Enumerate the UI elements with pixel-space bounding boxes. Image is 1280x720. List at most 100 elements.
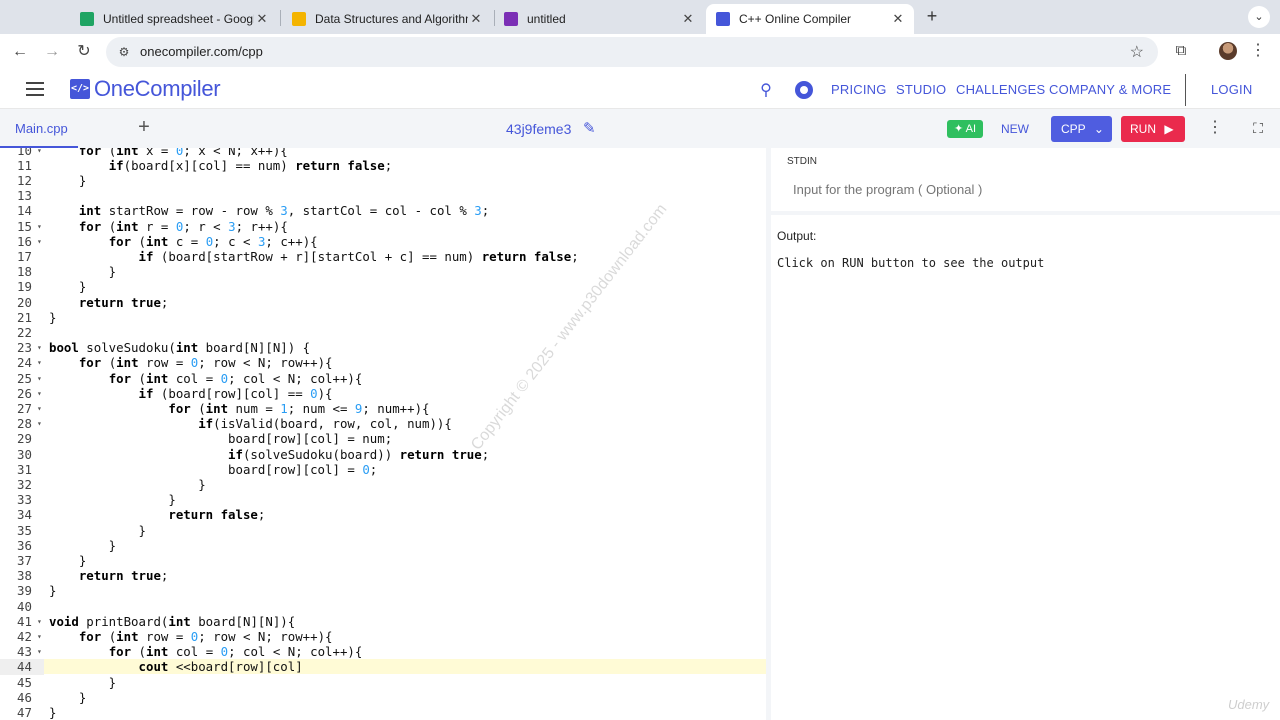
line-number: 36 <box>17 537 32 553</box>
code-line[interactable]: 43 ▾ for (int col = 0; col < N; col++){ <box>0 644 766 659</box>
code-editor[interactable]: 10 ▾ for (int x = 0; x < N; x++){11 if(bo… <box>0 148 766 720</box>
extensions-icon[interactable]: ⧉ <box>1170 40 1192 62</box>
code-line[interactable]: 44 cout <<board[row][col] <box>0 659 766 675</box>
back-arrow-icon[interactable]: ← <box>8 40 32 64</box>
login-link[interactable]: LOGIN <box>1211 82 1252 97</box>
code-line[interactable]: 36 } <box>0 538 766 553</box>
chevron-down-icon: ⌄ <box>1093 122 1104 136</box>
code-line[interactable]: 39} <box>0 583 766 598</box>
new-button[interactable]: NEW <box>1001 122 1029 136</box>
fold-arrow-icon[interactable]: ▾ <box>37 340 45 355</box>
code-line[interactable]: 24 ▾ for (int row = 0; row < N; row++){ <box>0 355 766 370</box>
edit-pencil-icon[interactable]: ✎ <box>583 119 599 137</box>
code-line[interactable]: 34 return false; <box>0 507 766 522</box>
fold-arrow-icon[interactable]: ▾ <box>37 416 45 431</box>
code-line[interactable]: 31 board[row][col] = 0; <box>0 462 766 477</box>
nav-challenges[interactable]: CHALLENGES <box>956 82 1045 97</box>
fullscreen-icon[interactable]: ⛶ <box>1250 120 1266 136</box>
code-line[interactable]: 38 return true; <box>0 568 766 583</box>
close-icon[interactable]: ✕ <box>468 11 484 27</box>
fold-arrow-icon[interactable]: ▾ <box>37 148 45 158</box>
code-line[interactable]: 42 ▾ for (int row = 0; row < N; row++){ <box>0 629 766 644</box>
code-line[interactable]: 30 if(solveSudoku(board)) return true; <box>0 447 766 462</box>
nav-studio[interactable]: STUDIO <box>896 82 946 97</box>
fold-arrow-icon[interactable]: ▾ <box>37 614 45 629</box>
code-line[interactable]: 45 } <box>0 675 766 690</box>
run-button[interactable]: RUN ▶ <box>1121 116 1185 142</box>
code-text: cout <<board[row][col] <box>138 659 303 675</box>
code-line[interactable]: 13 <box>0 188 766 203</box>
browser-menu-icon[interactable]: ⋮ <box>1250 40 1266 62</box>
code-line[interactable]: 12 } <box>0 173 766 188</box>
bookmark-star-icon[interactable]: ☆ <box>1130 42 1144 62</box>
browser-tab-compiler[interactable]: C++ Online Compiler ✕ <box>706 4 914 34</box>
close-icon[interactable]: ✕ <box>254 11 270 27</box>
theme-toggle-icon[interactable] <box>795 81 813 99</box>
code-line[interactable]: 21} <box>0 310 766 325</box>
file-tab-main[interactable]: Main.cpp <box>15 121 68 136</box>
code-line[interactable]: 23 ▾ bool solveSudoku(int board[N][N]) { <box>0 340 766 355</box>
search-icon[interactable]: ⚲ <box>757 80 775 99</box>
browser-tab-untitled[interactable]: untitled ✕ <box>494 4 704 34</box>
fold-arrow-icon[interactable]: ▾ <box>37 629 45 644</box>
onecompiler-logo[interactable]: </> OneCompiler <box>70 76 221 101</box>
add-file-icon[interactable]: + <box>134 117 154 137</box>
code-line[interactable]: 46 } <box>0 690 766 705</box>
fold-arrow-icon[interactable]: ▾ <box>37 371 45 386</box>
code-text: if(board[x][col] == num) return false; <box>108 157 393 173</box>
code-line[interactable]: 26 ▾ if (board[row][col] == 0){ <box>0 386 766 401</box>
more-options-icon[interactable]: ⋮ <box>1207 118 1223 138</box>
code-line[interactable]: 20 return true; <box>0 295 766 310</box>
code-id-title[interactable]: 43j9feme3 <box>506 121 571 137</box>
logo-text: OneCompiler <box>94 76 221 101</box>
line-number: 39 <box>17 583 32 599</box>
code-line[interactable]: 11 if(board[x][col] == num) return false… <box>0 158 766 173</box>
code-line[interactable]: 18 } <box>0 264 766 279</box>
ai-button[interactable]: ✦ AI <box>947 120 983 138</box>
code-line[interactable]: 28 ▾ if(isValid(board, row, col, num)){ <box>0 416 766 431</box>
language-select-button[interactable]: CPP ⌄ <box>1051 116 1112 142</box>
fold-arrow-icon[interactable]: ▾ <box>37 401 45 416</box>
profile-avatar[interactable] <box>1219 42 1237 60</box>
code-line[interactable]: 32 } <box>0 477 766 492</box>
code-text: } <box>49 689 87 705</box>
fold-arrow-icon[interactable]: ▾ <box>37 219 45 234</box>
ai-label: AI <box>965 123 977 135</box>
code-text: for (int col = 0; col < N; col++){ <box>108 370 363 386</box>
code-line[interactable]: 41 ▾ void printBoard(int board[N][N]){ <box>0 614 766 629</box>
reload-icon[interactable]: ↻ <box>72 40 96 64</box>
nav-pricing[interactable]: PRICING <box>831 82 887 97</box>
close-icon[interactable]: ✕ <box>680 11 696 27</box>
browser-tab-dsa[interactable]: Data Structures and Algorithms ✕ <box>282 4 492 34</box>
chevron-down-icon[interactable]: ⌄ <box>1248 6 1270 28</box>
code-line[interactable]: 35 } <box>0 523 766 538</box>
code-line[interactable]: 47} <box>0 705 766 720</box>
line-number: 31 <box>17 461 32 477</box>
code-line[interactable]: 10 ▾ for (int x = 0; x < N; x++){ <box>0 148 766 158</box>
forward-arrow-icon[interactable]: → <box>40 40 64 64</box>
browser-tab-spreadsheet[interactable]: Untitled spreadsheet - Google Sheets ✕ <box>70 4 278 34</box>
code-line[interactable]: 19 } <box>0 279 766 294</box>
tab-divider <box>280 10 281 26</box>
code-line[interactable]: 33 } <box>0 492 766 507</box>
fold-arrow-icon[interactable]: ▾ <box>37 386 45 401</box>
site-settings-icon[interactable]: ⚙ <box>116 44 132 60</box>
line-number: 34 <box>17 507 32 523</box>
hamburger-menu-icon[interactable] <box>26 82 44 96</box>
fold-arrow-icon[interactable]: ▾ <box>37 355 45 370</box>
stdin-input[interactable] <box>793 182 1263 197</box>
code-line[interactable]: 40 <box>0 599 766 614</box>
address-bar[interactable]: ⚙ onecompiler.com/cpp ☆ <box>106 37 1158 67</box>
code-line[interactable]: 22 <box>0 325 766 340</box>
close-icon[interactable]: ✕ <box>890 11 906 27</box>
fold-arrow-icon[interactable]: ▾ <box>37 234 45 249</box>
fold-arrow-icon[interactable]: ▾ <box>37 644 45 659</box>
code-line[interactable]: 29 board[row][col] = num; <box>0 431 766 446</box>
code-line[interactable]: 37 } <box>0 553 766 568</box>
code-line[interactable]: 17 if (board[startRow + r][startCol + c]… <box>0 249 766 264</box>
code-line[interactable]: 25 ▾ for (int col = 0; col < N; col++){ <box>0 371 766 386</box>
new-tab-icon[interactable]: + <box>922 6 942 26</box>
nav-company-more[interactable]: COMPANY & MORE <box>1049 82 1171 97</box>
code-line[interactable]: 27 ▾ for (int num = 1; num <= 9; num++){ <box>0 401 766 416</box>
url-text[interactable]: onecompiler.com/cpp <box>140 44 263 59</box>
